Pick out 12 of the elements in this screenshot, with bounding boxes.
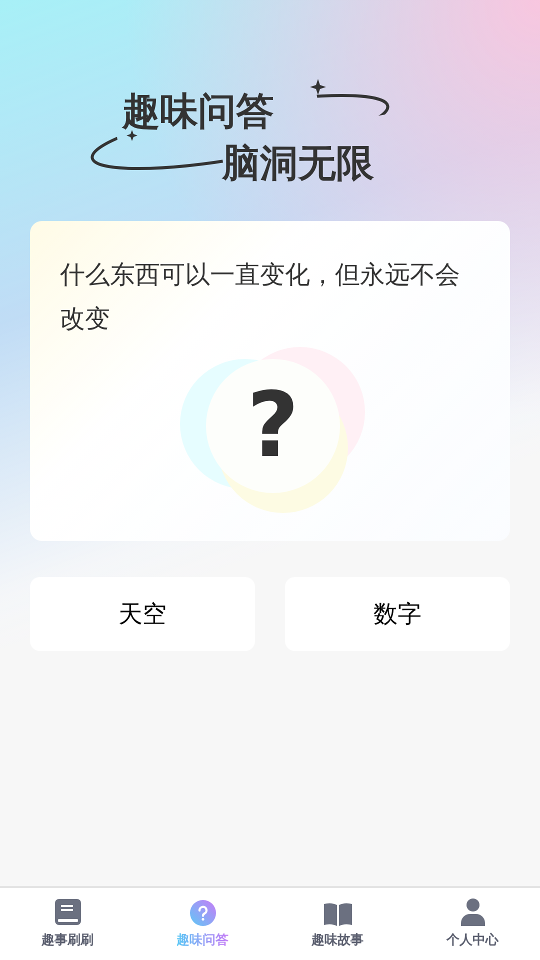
- logo-subtitle: 脑洞无限: [222, 140, 374, 186]
- open-book-icon: [322, 902, 352, 926]
- answer-button[interactable]: 数字: [285, 577, 510, 651]
- book-icon: [54, 898, 82, 926]
- question-icon: [190, 900, 216, 926]
- answer-button[interactable]: 天空: [30, 577, 255, 651]
- question-text: 什么东西可以一直变化，但永远不会改变: [60, 259, 461, 335]
- person-icon: [460, 898, 486, 926]
- nav-tab[interactable]: 趣味故事: [270, 888, 405, 960]
- logo-title: 趣味问答: [122, 88, 274, 134]
- nav-tab[interactable]: 个人中心: [405, 888, 540, 960]
- nav-tab[interactable]: 趣事刷刷: [0, 888, 135, 960]
